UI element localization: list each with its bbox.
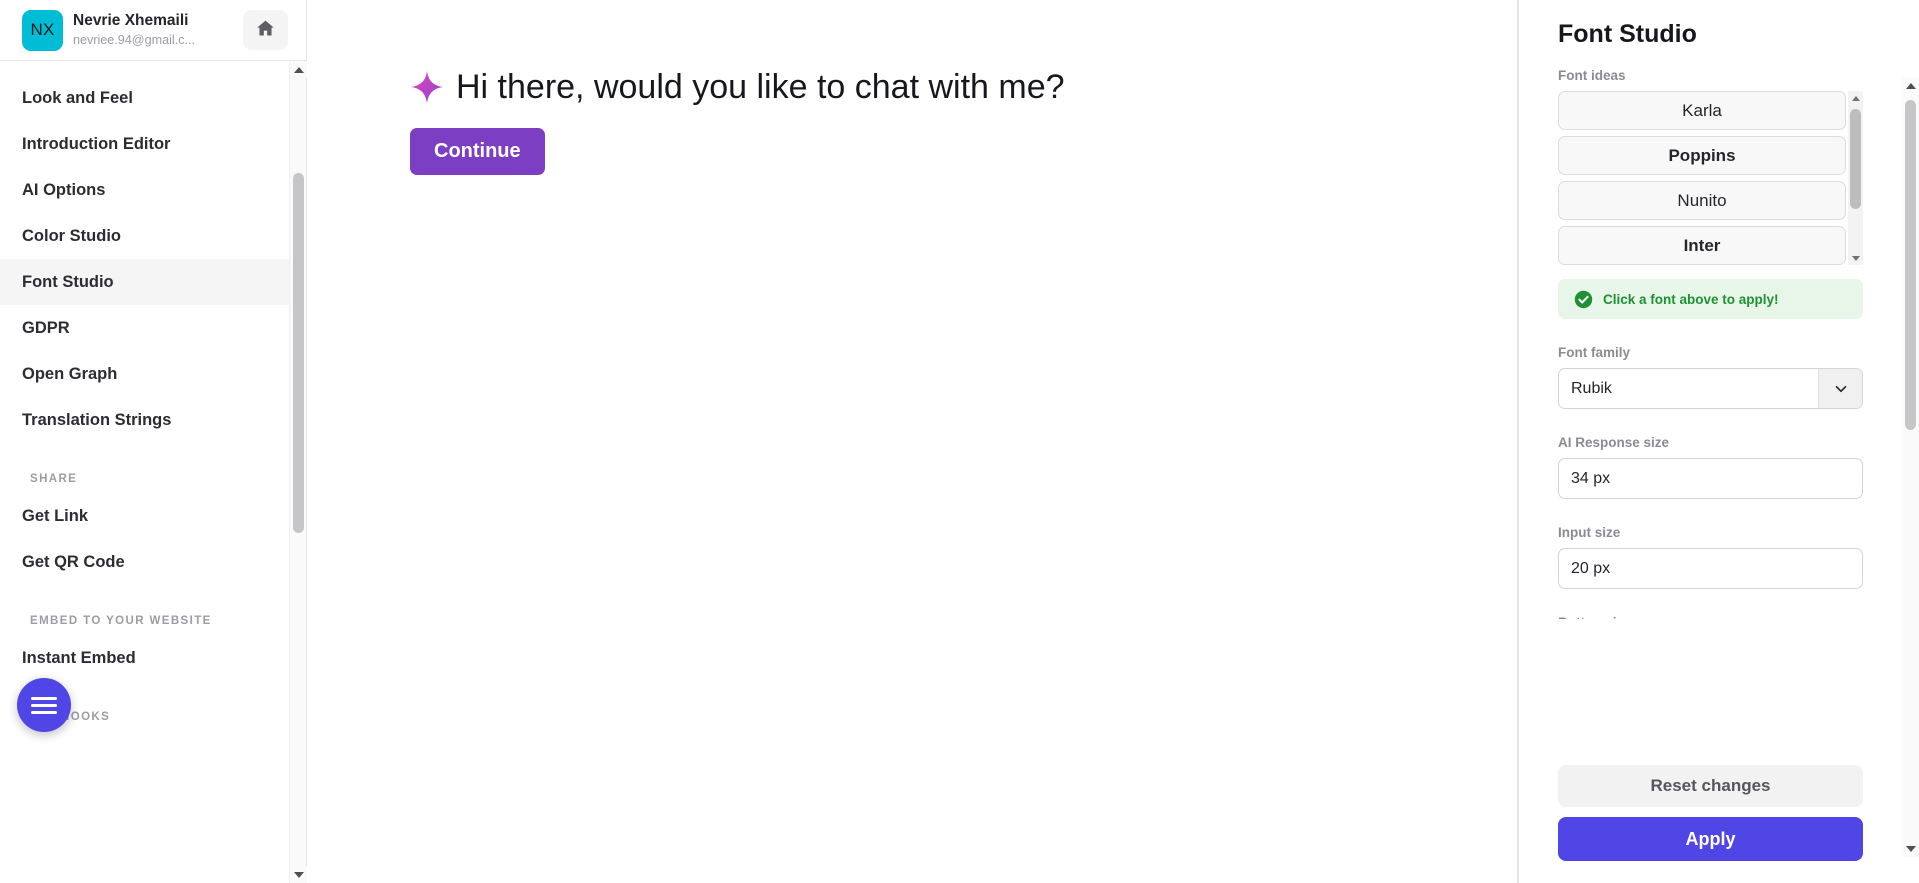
apply-button[interactable]: Apply bbox=[1558, 817, 1863, 861]
sidebar-scroll-area: Look and Feel Introduction Editor AI Opt… bbox=[0, 61, 306, 883]
button-size-label: Button size bbox=[1558, 615, 1863, 619]
scroll-down-arrow-icon[interactable] bbox=[290, 866, 307, 883]
sidebar-item-get-qr-code[interactable]: Get QR Code bbox=[0, 539, 306, 585]
sidebar-item-label: Get Link bbox=[22, 506, 89, 525]
font-idea-poppins[interactable]: Poppins bbox=[1558, 136, 1846, 175]
sidebar-item-color-studio[interactable]: Color Studio bbox=[0, 213, 306, 259]
panel-scrollbar-thumb[interactable] bbox=[1905, 100, 1916, 430]
scroll-up-arrow-icon[interactable] bbox=[1902, 78, 1919, 94]
sidebar-item-label: GDPR bbox=[22, 318, 70, 337]
user-email: nevriee.94@gmail.c... bbox=[73, 32, 195, 47]
check-circle-icon bbox=[1574, 290, 1593, 309]
greeting-text: Hi there, would you like to chat with me… bbox=[456, 68, 1065, 106]
scroll-down-arrow-icon[interactable] bbox=[1848, 251, 1863, 265]
sidebar-item-ai-options[interactable]: AI Options bbox=[0, 167, 306, 213]
sidebar-item-label: Translation Strings bbox=[22, 410, 172, 429]
sidebar-scrollbar-thumb[interactable] bbox=[293, 173, 304, 533]
panel-scrollbar[interactable] bbox=[1902, 78, 1919, 857]
sidebar: NX Nevrie Xhemaili nevriee.94@gmail.c...… bbox=[0, 0, 307, 883]
status-banner: Click a font above to apply! bbox=[1558, 279, 1863, 319]
panel-body: Font ideas Karla Poppins Nunito Inter Cl… bbox=[1519, 68, 1902, 619]
sidebar-item-label: Look and Feel bbox=[22, 88, 133, 107]
font-ideas-list: Karla Poppins Nunito Inter bbox=[1558, 91, 1846, 265]
font-studio-panel: Font Studio Font ideas Karla Poppins Nun… bbox=[1518, 0, 1919, 883]
sidebar-item-open-graph[interactable]: Open Graph bbox=[0, 351, 306, 397]
home-icon bbox=[255, 18, 276, 42]
sidebar-group-embed: EMBED TO YOUR WEBSITE bbox=[30, 615, 212, 627]
font-idea-inter[interactable]: Inter bbox=[1558, 226, 1846, 265]
font-family-select[interactable]: Rubik bbox=[1558, 368, 1863, 409]
input-size-field: Input size bbox=[1558, 525, 1863, 589]
sidebar-item-introduction-editor[interactable]: Introduction Editor bbox=[0, 121, 306, 167]
scroll-down-arrow-icon[interactable] bbox=[1902, 841, 1919, 857]
font-ideas-container: Karla Poppins Nunito Inter bbox=[1558, 91, 1863, 265]
scroll-up-arrow-icon[interactable] bbox=[290, 61, 307, 78]
sidebar-item-translation-strings[interactable]: Translation Strings bbox=[0, 397, 306, 443]
ai-response-size-input[interactable] bbox=[1558, 458, 1863, 499]
panel-footer: Reset changes Apply bbox=[1519, 765, 1902, 883]
sidebar-item-label: AI Options bbox=[22, 180, 106, 199]
ai-response-size-label: AI Response size bbox=[1558, 435, 1670, 450]
sidebar-item-look-and-feel[interactable]: Look and Feel bbox=[0, 75, 306, 121]
font-family-label: Font family bbox=[1558, 345, 1631, 360]
sidebar-item-label: Introduction Editor bbox=[22, 134, 171, 153]
font-idea-karla[interactable]: Karla bbox=[1558, 91, 1846, 130]
sidebar-item-instant-embed[interactable]: Instant Embed bbox=[0, 635, 306, 681]
scroll-up-arrow-icon[interactable] bbox=[1848, 91, 1863, 105]
menu-fab-button[interactable] bbox=[17, 678, 71, 732]
sidebar-item-get-link[interactable]: Get Link bbox=[0, 493, 306, 539]
panel-title: Font Studio bbox=[1558, 20, 1697, 48]
greeting-row: Hi there, would you like to chat with me… bbox=[307, 0, 1517, 106]
sparkle-icon bbox=[410, 70, 444, 104]
chevron-down-icon[interactable] bbox=[1818, 369, 1862, 408]
reset-changes-button[interactable]: Reset changes bbox=[1558, 765, 1863, 807]
sidebar-item-label: Get QR Code bbox=[22, 552, 125, 571]
continue-button[interactable]: Continue bbox=[410, 128, 545, 176]
user-info: Nevrie Xhemaili nevriee.94@gmail.c... bbox=[73, 12, 233, 47]
hamburger-menu-icon bbox=[31, 693, 57, 718]
font-ideas-label: Font ideas bbox=[1558, 68, 1626, 83]
sidebar-item-label: Color Studio bbox=[22, 226, 121, 245]
font-ideas-scrollbar[interactable] bbox=[1848, 91, 1863, 265]
app-root: NX Nevrie Xhemaili nevriee.94@gmail.c...… bbox=[0, 0, 1919, 883]
sidebar-item-label: Font Studio bbox=[22, 272, 114, 291]
sidebar-item-font-studio[interactable]: Font Studio bbox=[0, 259, 306, 305]
sidebar-item-label: Open Graph bbox=[22, 364, 118, 383]
sidebar-item-gdpr[interactable]: GDPR bbox=[0, 305, 306, 351]
sidebar-item-label: Instant Embed bbox=[22, 648, 136, 667]
sidebar-header: NX Nevrie Xhemaili nevriee.94@gmail.c... bbox=[0, 0, 306, 61]
main-preview-area: Hi there, would you like to chat with me… bbox=[307, 0, 1518, 883]
font-idea-nunito[interactable]: Nunito bbox=[1558, 181, 1846, 220]
font-ideas-scrollbar-thumb[interactable] bbox=[1850, 109, 1861, 209]
sidebar-scrollbar[interactable] bbox=[289, 61, 307, 883]
font-family-value: Rubik bbox=[1571, 379, 1612, 397]
home-button[interactable] bbox=[243, 10, 288, 50]
font-family-field: Font family Rubik bbox=[1558, 345, 1863, 409]
input-size-input[interactable] bbox=[1558, 548, 1863, 589]
ai-response-size-field: AI Response size bbox=[1558, 435, 1863, 499]
input-size-label: Input size bbox=[1558, 525, 1621, 540]
sidebar-nav: Look and Feel Introduction Editor AI Opt… bbox=[0, 61, 306, 731]
sidebar-group-share: SHARE bbox=[30, 473, 78, 485]
status-banner-text: Click a font above to apply! bbox=[1603, 291, 1779, 307]
user-name: Nevrie Xhemaili bbox=[73, 12, 189, 30]
avatar: NX bbox=[22, 9, 63, 51]
